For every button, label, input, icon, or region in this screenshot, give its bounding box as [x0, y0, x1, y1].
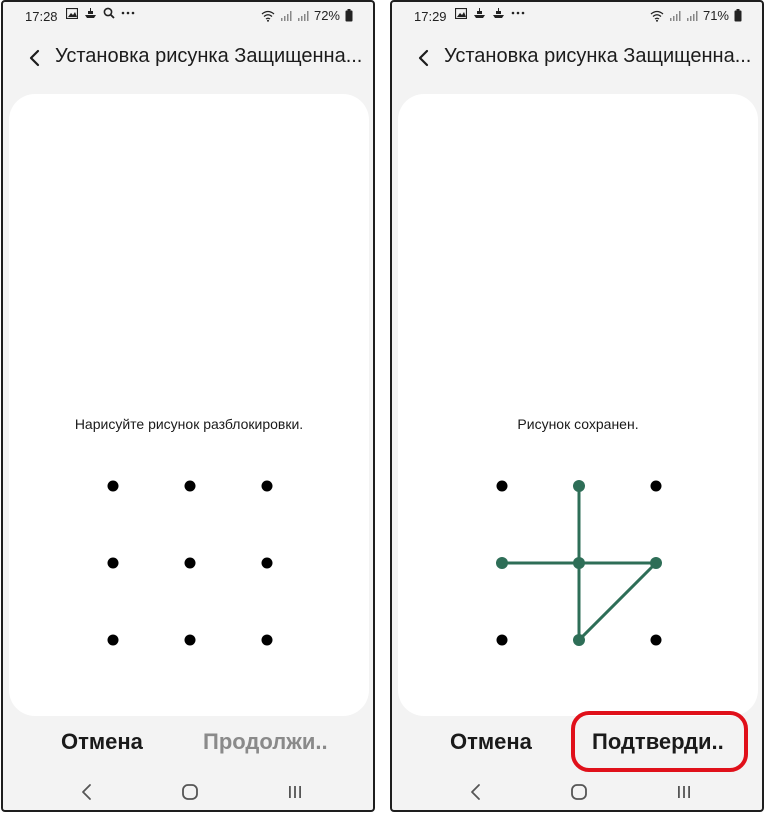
pattern-card: Рисунок сохранен.: [398, 94, 758, 716]
more-icon: [121, 11, 135, 15]
pattern-dot[interactable]: [650, 557, 662, 569]
search-icon: [103, 7, 115, 19]
pattern-dot[interactable]: [184, 557, 196, 569]
boat-icon: [474, 7, 485, 18]
page-title: Установка рисунка Защищенна...: [55, 45, 363, 67]
signal-icon: [280, 10, 292, 21]
battery-icon: [345, 9, 353, 22]
battery-icon: [734, 9, 742, 22]
boat-icon: [85, 7, 96, 18]
pattern-dot[interactable]: [107, 634, 119, 646]
signal-icon: [297, 10, 309, 21]
signal-icon: [686, 10, 698, 21]
pattern-dot[interactable]: [496, 557, 508, 569]
image-icon: [455, 7, 467, 19]
app-bar: Установка рисунка Защищенна...: [392, 38, 762, 78]
navigation-bar: [392, 774, 762, 810]
pattern-card: Нарисуйте рисунок разблокировки.: [9, 94, 369, 716]
more-icon: [511, 11, 525, 15]
pattern-dot[interactable]: [650, 480, 662, 492]
confirm-highlight-ring: [571, 711, 748, 772]
pattern-dot[interactable]: [107, 557, 119, 569]
page-title: Установка рисунка Защищенна...: [444, 45, 752, 67]
pattern-dot[interactable]: [650, 634, 662, 646]
pattern-dot[interactable]: [496, 480, 508, 492]
pattern-grid[interactable]: [398, 94, 758, 716]
phone-screen-confirm: 17:29 71% Установка рисунка Защищенна...…: [390, 0, 764, 812]
pattern-dot[interactable]: [496, 634, 508, 646]
status-bar: 17:29 71%: [392, 2, 762, 32]
pattern-grid[interactable]: [9, 94, 369, 716]
home-icon[interactable]: [176, 780, 204, 804]
wifi-icon: [650, 10, 664, 22]
status-time: 17:28: [25, 9, 58, 24]
pattern-dot[interactable]: [261, 480, 273, 492]
back-button[interactable]: [410, 44, 438, 72]
wifi-icon: [261, 10, 275, 22]
status-time: 17:29: [414, 9, 447, 24]
recents-icon[interactable]: [281, 780, 309, 804]
pattern-dot[interactable]: [573, 557, 585, 569]
back-button[interactable]: [21, 44, 49, 72]
pattern-dot[interactable]: [261, 634, 273, 646]
back-nav-icon[interactable]: [462, 780, 490, 804]
battery-percent: 72%: [313, 8, 340, 23]
pattern-dot[interactable]: [107, 480, 119, 492]
image-icon: [66, 7, 78, 19]
navigation-bar: [3, 774, 373, 810]
recents-icon[interactable]: [670, 780, 698, 804]
phone-screen-draw: 17:28 72% Установка рисунка Защищенна...…: [1, 0, 375, 812]
pattern-dot[interactable]: [184, 634, 196, 646]
signal-icon: [669, 10, 681, 21]
boat-icon: [493, 7, 504, 18]
cancel-button[interactable]: Отмена: [450, 729, 532, 755]
pattern-dot[interactable]: [573, 634, 585, 646]
pattern-dot[interactable]: [261, 557, 273, 569]
back-nav-icon[interactable]: [73, 780, 101, 804]
status-bar: 17:28 72%: [3, 2, 373, 32]
cancel-button[interactable]: Отмена: [61, 729, 143, 755]
continue-button[interactable]: Продолжи..: [203, 729, 328, 755]
home-icon[interactable]: [565, 780, 593, 804]
pattern-dot[interactable]: [184, 480, 196, 492]
battery-percent: 71%: [702, 8, 729, 23]
app-bar: Установка рисунка Защищенна...: [3, 38, 373, 78]
pattern-dot[interactable]: [573, 480, 585, 492]
